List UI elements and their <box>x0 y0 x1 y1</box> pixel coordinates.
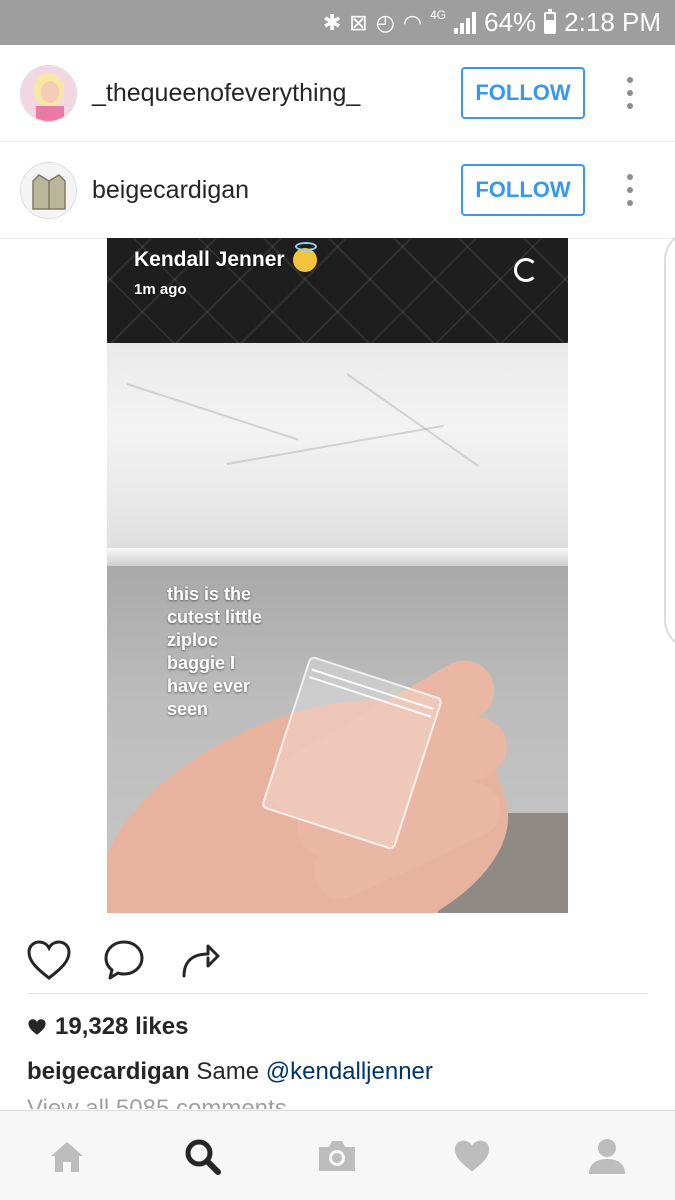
profile-icon[interactable] <box>582 1133 632 1179</box>
caption-username[interactable]: beigecardigan <box>27 1058 190 1085</box>
comment-icon[interactable] <box>99 935 149 985</box>
view-comments-label[interactable]: View all 5085 comments <box>27 1097 287 1109</box>
post-caption: beigecardigan Same @kendalljenner <box>27 1058 433 1086</box>
status-bar: ✱ ⊠ ◴ ◠ 4G 64% 2:18 PM <box>0 0 675 45</box>
counter-ledge <box>107 548 568 566</box>
caption-mention[interactable]: @kendalljenner <box>266 1058 433 1085</box>
camera-icon[interactable] <box>312 1133 362 1179</box>
wifi-icon: ◠ <box>402 9 423 35</box>
follow-button[interactable]: FOLLOW <box>461 67 585 119</box>
mute-vibrate-icon: ⊠ <box>349 9 368 35</box>
alarm-icon: ◴ <box>375 9 395 35</box>
user-row[interactable]: beigecardigan FOLLOW <box>0 142 675 239</box>
avatar[interactable] <box>20 161 77 219</box>
loading-spinner-icon <box>514 258 538 282</box>
snap-caption: this is the cutest little ziploc baggie … <box>167 584 263 719</box>
heart-small-icon <box>28 1019 46 1035</box>
network-type-label: 4G <box>430 7 447 22</box>
likes-label: 19,328 likes <box>55 1013 189 1040</box>
caption-text: Same <box>196 1058 260 1085</box>
post-actions <box>0 930 675 990</box>
more-options-icon[interactable] <box>620 170 640 210</box>
username[interactable]: beigecardigan <box>92 176 249 205</box>
follow-button[interactable]: FOLLOW <box>461 164 585 216</box>
search-icon[interactable] <box>177 1133 227 1179</box>
angel-emoji-icon <box>292 242 317 272</box>
like-heart-icon[interactable] <box>24 935 74 985</box>
more-options-icon[interactable] <box>620 73 640 113</box>
scroll-edge-indicator <box>664 230 675 650</box>
username[interactable]: _thequeenofeverything_ <box>92 79 360 108</box>
heart-icon[interactable] <box>447 1133 497 1179</box>
user-row[interactable]: _thequeenofeverything_ FOLLOW <box>0 45 675 142</box>
post-image[interactable]: Kendall Jenner 1m ago this is the cutest… <box>107 238 568 913</box>
avatar[interactable] <box>20 64 77 122</box>
bluetooth-icon: ✱ <box>322 9 342 35</box>
battery-percent: 64% <box>484 7 537 37</box>
share-arrow-icon[interactable] <box>175 935 225 985</box>
snap-username: Kendall Jenner <box>134 248 285 271</box>
bottom-nav <box>0 1110 675 1200</box>
marble-counter <box>107 343 568 558</box>
snap-timestamp: 1m ago <box>134 281 187 298</box>
view-comments-link[interactable]: View all 5085 comments <box>27 1097 287 1109</box>
divider <box>27 993 648 994</box>
snap-header: Kendall Jenner <box>134 242 317 272</box>
battery-icon <box>544 8 557 34</box>
home-icon[interactable] <box>42 1133 92 1179</box>
clock: 2:18 PM <box>564 7 661 37</box>
likes-count[interactable]: 19,328 likes <box>27 1013 188 1041</box>
signal-icon <box>454 11 477 34</box>
